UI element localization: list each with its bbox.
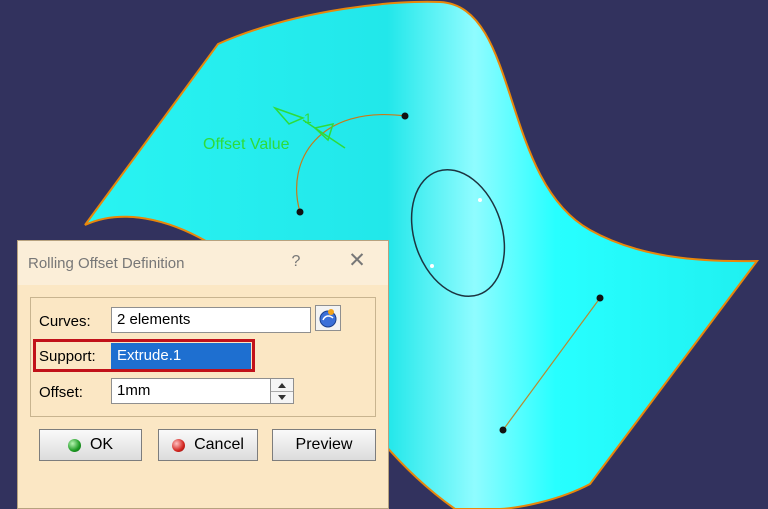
red-ball-icon (172, 438, 186, 452)
offset-label: Offset: (39, 384, 83, 401)
offset-annotation-label[interactable]: Offset Value (203, 136, 290, 153)
curve-arc-endpoint[interactable] (296, 208, 304, 216)
cancel-button-label: Cancel (194, 436, 244, 453)
help-icon[interactable]: ? (288, 253, 304, 271)
dialog-titlebar[interactable]: Rolling Offset Definition ? ✕ (18, 241, 388, 285)
curve-arc-endpoint[interactable] (401, 112, 409, 120)
spin-down-button[interactable] (271, 391, 293, 403)
support-label: Support: (39, 348, 96, 365)
support-field[interactable]: Extrude.1 (111, 343, 251, 369)
offset-field[interactable]: 1mm (111, 378, 271, 404)
cancel-button[interactable]: Cancel (158, 429, 258, 461)
line-curve-endpoint[interactable] (596, 294, 604, 302)
ok-button-label: OK (89, 436, 114, 453)
preview-button[interactable]: Preview (272, 429, 376, 461)
ellipse-point (430, 264, 434, 268)
close-icon[interactable]: ✕ (346, 250, 368, 272)
arrow-down-icon (278, 395, 286, 400)
dialog-title: Rolling Offset Definition (28, 255, 185, 272)
curves-label: Curves: (39, 313, 91, 330)
curves-field[interactable]: 2 elements (111, 307, 311, 333)
ok-button[interactable]: OK (39, 429, 142, 461)
green-ball-icon (67, 438, 81, 452)
curve-selection-icon (319, 309, 337, 328)
offset-spinner[interactable] (270, 378, 294, 404)
offset-annotation-value: 1 (304, 110, 312, 126)
line-curve-endpoint[interactable] (499, 426, 507, 434)
curves-selector-button[interactable] (315, 305, 341, 331)
rolling-offset-dialog: Rolling Offset Definition ? ✕ Curves: 2 … (17, 240, 389, 509)
ellipse-point (478, 198, 482, 202)
preview-button-label: Preview (295, 436, 353, 453)
